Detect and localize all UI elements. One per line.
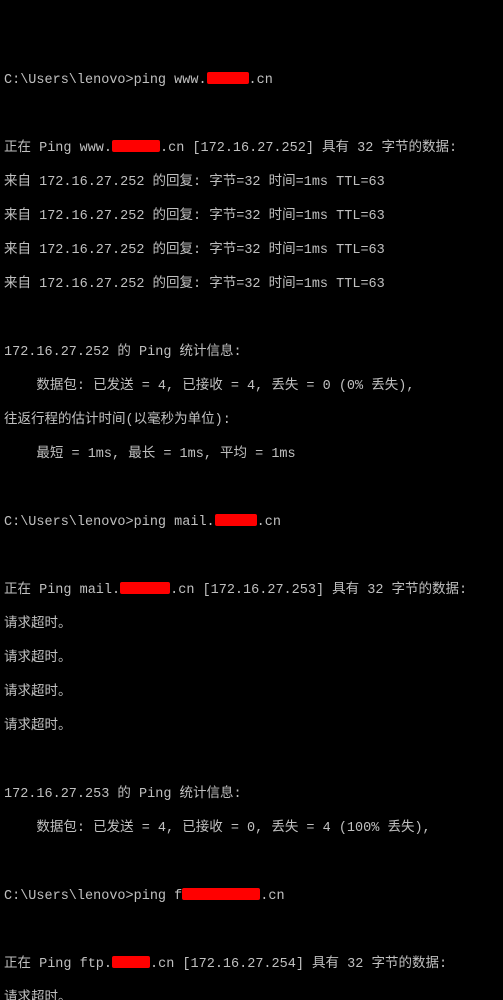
ping3-header: 正在 Ping ftp. .cn [172.16.27.254] 具有 32 字节… bbox=[4, 956, 499, 973]
redaction-bar bbox=[112, 956, 150, 968]
ping3-header-b: .cn [172.16.27.254] 具有 32 字节的数据: bbox=[150, 957, 447, 972]
ping1-reply-3: 来自 172.16.27.252 的回复: 字节=32 时间=1ms TTL=6… bbox=[4, 242, 499, 259]
ping2-stats-pkts: 数据包: 已发送 = 4, 已接收 = 0, 丢失 = 4 (100% 丢失), bbox=[4, 820, 499, 837]
ping1-rtt-vals: 最短 = 1ms, 最长 = 1ms, 平均 = 1ms bbox=[4, 446, 499, 463]
host3-suffix: .cn bbox=[260, 889, 284, 904]
ping1-stats-pkts: 数据包: 已发送 = 4, 已接收 = 4, 丢失 = 0 (0% 丢失), bbox=[4, 378, 499, 395]
prompt-path: C:\Users\lenovo> bbox=[4, 889, 134, 904]
redaction-bar bbox=[215, 514, 257, 526]
ping2-timeout-2: 请求超时。 bbox=[4, 650, 499, 667]
ping2-header-a: 正在 Ping mail. bbox=[4, 583, 120, 598]
prompt-path: C:\Users\lenovo> bbox=[4, 515, 134, 530]
host2-suffix: .cn bbox=[257, 515, 281, 530]
ping3-timeout-1: 请求超时。 bbox=[4, 990, 499, 1000]
blank-line bbox=[4, 548, 499, 565]
ping1-reply-1: 来自 172.16.27.252 的回复: 字节=32 时间=1ms TTL=6… bbox=[4, 174, 499, 191]
prompt-line-1: C:\Users\lenovo>ping www. .cn bbox=[4, 72, 499, 89]
prompt-path: C:\Users\lenovo> bbox=[4, 73, 134, 88]
blank-line bbox=[4, 480, 499, 497]
ping1-reply-4: 来自 172.16.27.252 的回复: 字节=32 时间=1ms TTL=6… bbox=[4, 276, 499, 293]
host1-prefix: www. bbox=[174, 73, 206, 88]
ping2-timeout-4: 请求超时。 bbox=[4, 718, 499, 735]
redaction-bar bbox=[207, 72, 249, 84]
prompt-line-2: C:\Users\lenovo>ping mail. .cn bbox=[4, 514, 499, 531]
blank-line bbox=[4, 922, 499, 939]
blank-line bbox=[4, 752, 499, 769]
ping1-reply-2: 来自 172.16.27.252 的回复: 字节=32 时间=1ms TTL=6… bbox=[4, 208, 499, 225]
blank-line bbox=[4, 106, 499, 123]
host1-suffix: .cn bbox=[249, 73, 273, 88]
redaction-bar bbox=[120, 582, 170, 594]
ping2-timeout-3: 请求超时。 bbox=[4, 684, 499, 701]
blank-line bbox=[4, 854, 499, 871]
redaction-bar bbox=[112, 140, 160, 152]
ping1-header: 正在 Ping www. .cn [172.16.27.252] 具有 32 字节… bbox=[4, 140, 499, 157]
ping2-header-b: .cn [172.16.27.253] 具有 32 字节的数据: bbox=[170, 583, 467, 598]
ping1-rtt-head: 往返行程的估计时间(以毫秒为单位): bbox=[4, 412, 499, 429]
host2-prefix: mail. bbox=[174, 515, 215, 530]
prompt-line-3: C:\Users\lenovo>ping f .cn bbox=[4, 888, 499, 905]
ping-cmd: ping bbox=[134, 73, 166, 88]
ping1-header-a: 正在 Ping www. bbox=[4, 141, 112, 156]
blank-line bbox=[4, 310, 499, 327]
ping3-header-a: 正在 Ping ftp. bbox=[4, 957, 112, 972]
ping2-header: 正在 Ping mail. .cn [172.16.27.253] 具有 32 字… bbox=[4, 582, 499, 599]
ping2-timeout-1: 请求超时。 bbox=[4, 616, 499, 633]
ping-cmd: ping bbox=[134, 889, 166, 904]
ping1-header-b: .cn [172.16.27.252] 具有 32 字节的数据: bbox=[160, 141, 457, 156]
ping-cmd: ping bbox=[134, 515, 166, 530]
ping1-stats-head: 172.16.27.252 的 Ping 统计信息: bbox=[4, 344, 499, 361]
redaction-bar bbox=[182, 888, 260, 900]
ping2-stats-head: 172.16.27.253 的 Ping 统计信息: bbox=[4, 786, 499, 803]
host3-prefix: f bbox=[174, 889, 182, 904]
